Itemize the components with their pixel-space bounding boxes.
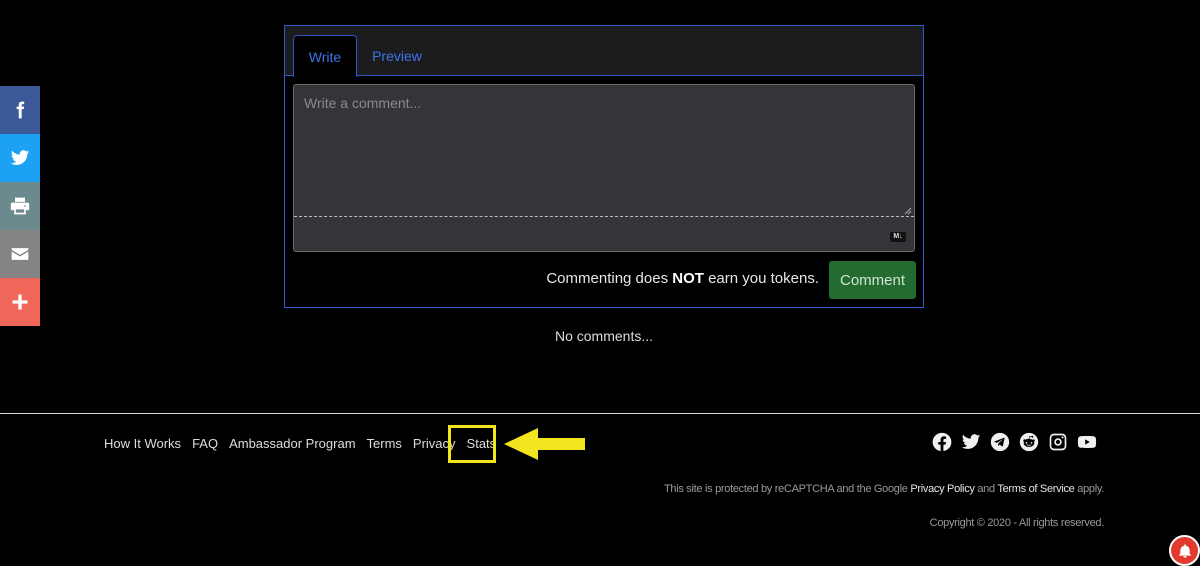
yellow-arrow-icon — [504, 428, 585, 460]
comment-editor-card: Write Preview M↓ Commenting does NOT ear… — [284, 25, 924, 308]
reddit-icon[interactable] — [1019, 432, 1039, 452]
footer-social-icons — [932, 432, 1097, 452]
envelope-icon — [11, 248, 29, 260]
facebook-icon[interactable] — [932, 432, 952, 452]
editor-tab-strip: Write Preview — [285, 26, 923, 77]
tab-write[interactable]: Write — [293, 35, 357, 77]
footer-link-ambassador-program[interactable]: Ambassador Program — [229, 436, 355, 451]
footer-nav: How It Works FAQ Ambassador Program Term… — [104, 436, 507, 451]
share-sidebar — [0, 86, 40, 326]
twitter-icon[interactable] — [961, 432, 981, 452]
recaptcha-notice: This site is protected by reCAPTCHA and … — [663, 483, 1104, 495]
comment-editor: M↓ — [293, 84, 915, 252]
twitter-icon — [10, 150, 30, 165]
footer-link-terms[interactable]: Terms — [367, 436, 402, 451]
share-twitter-button[interactable] — [0, 134, 40, 182]
comment-textarea[interactable] — [294, 85, 914, 217]
google-terms-link[interactable]: Terms of Service — [997, 483, 1074, 495]
stats-highlight-box — [448, 425, 496, 463]
markdown-icon: M↓ — [890, 232, 906, 242]
notification-bell-button[interactable] — [1169, 535, 1200, 566]
footer-link-how-it-works[interactable]: How It Works — [104, 436, 181, 451]
share-print-button[interactable] — [0, 182, 40, 230]
share-email-button[interactable] — [0, 230, 40, 278]
telegram-icon[interactable] — [990, 432, 1010, 452]
google-privacy-policy-link[interactable]: Privacy Policy — [910, 483, 975, 495]
comment-token-note: Commenting does NOT earn you tokens. — [546, 270, 819, 287]
tab-preview[interactable]: Preview — [365, 35, 429, 76]
copyright-text: Copyright © 2020 - All rights reserved. — [929, 517, 1105, 529]
share-more-button[interactable] — [0, 278, 40, 326]
comment-submit-button[interactable]: Comment — [829, 261, 916, 299]
facebook-icon — [16, 101, 25, 119]
share-facebook-button[interactable] — [0, 86, 40, 134]
note-emphasis: NOT — [672, 270, 704, 287]
footer-link-faq[interactable]: FAQ — [192, 436, 218, 451]
bell-icon — [1178, 543, 1191, 558]
footer-divider — [0, 413, 1200, 414]
no-comments-text: No comments... — [554, 328, 654, 344]
instagram-icon[interactable] — [1048, 432, 1068, 452]
plus-icon — [12, 294, 28, 310]
printer-icon — [10, 197, 30, 215]
youtube-icon[interactable] — [1077, 432, 1097, 452]
resize-grip-icon[interactable] — [904, 207, 912, 215]
